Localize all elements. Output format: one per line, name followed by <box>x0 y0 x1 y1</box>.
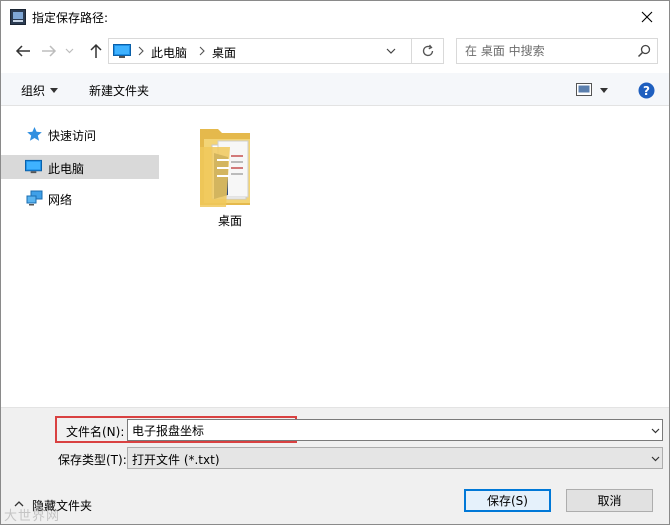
filetype-value: 打开文件 (*.txt) <box>132 453 220 467</box>
back-button[interactable] <box>12 40 34 62</box>
filetype-select[interactable]: 打开文件 (*.txt) <box>127 447 663 469</box>
app-icon <box>10 9 26 25</box>
address-segment-desktop[interactable]: 桌面 <box>212 44 236 61</box>
search-icon[interactable] <box>637 44 651 58</box>
folder-item-desktop[interactable]: 桌面 <box>191 119 269 231</box>
chevron-right-icon <box>138 46 144 56</box>
filetype-label: 保存类型(T): <box>58 453 127 467</box>
arrow-up-icon <box>90 43 102 58</box>
refresh-button[interactable] <box>411 39 443 63</box>
command-bar: 组织 新建文件夹 <box>1 73 669 106</box>
cancel-button[interactable]: 取消 <box>566 489 653 512</box>
new-folder-button[interactable]: 新建文件夹 <box>89 82 149 99</box>
search-input[interactable] <box>465 43 625 59</box>
nav-item-label: 快速访问 <box>48 129 97 143</box>
close-icon <box>641 11 653 22</box>
organize-button[interactable]: 组织 <box>21 82 45 99</box>
window-title: 指定保存路径: <box>32 11 109 25</box>
filename-combobox[interactable] <box>127 419 663 441</box>
chevron-right-icon <box>199 46 205 56</box>
save-form: 文件名(N): 保存类型(T): 打开文件 (*.txt) 隐藏文件夹 大世界网… <box>1 407 669 524</box>
nav-item-quick-access[interactable]: 快速访问 <box>1 122 159 146</box>
chevron-down-icon[interactable] <box>650 453 661 464</box>
refresh-icon <box>422 44 433 57</box>
filename-input[interactable] <box>132 422 632 438</box>
nav-item-this-pc[interactable]: 此电脑 <box>1 155 159 179</box>
arrow-right-icon <box>42 45 57 57</box>
desktop-folder-icon <box>200 129 250 207</box>
nav-item-network[interactable]: 网络 <box>1 186 159 210</box>
folder-item-label: 桌面 <box>217 214 242 228</box>
address-bar[interactable]: 此电脑 桌面 <box>108 38 444 64</box>
chevron-down-icon[interactable] <box>650 425 661 436</box>
caret-down-icon[interactable] <box>50 88 58 93</box>
caret-down-icon[interactable] <box>600 88 608 93</box>
forward-button[interactable] <box>38 40 60 62</box>
nav-item-label: 此电脑 <box>48 162 85 176</box>
watermark: 大世界网 <box>4 509 61 524</box>
svg-text:?: ? <box>643 84 650 98</box>
view-options-icon[interactable] <box>576 83 592 96</box>
close-button[interactable] <box>625 1 669 32</box>
file-list: 桌面 <box>161 107 669 407</box>
nav-item-label: 网络 <box>48 193 73 207</box>
up-button[interactable] <box>85 40 107 62</box>
recent-locations-button[interactable] <box>61 40 77 62</box>
arrow-left-icon <box>15 45 30 57</box>
navigation-pane: 快速访问 此电脑 网络 <box>1 107 160 407</box>
save-dialog: 指定保存路径: 此电脑 桌面 在 桌面 中搜索 组织 新建文件夹 ? 快速访问 … <box>0 0 670 525</box>
title-bar: 指定保存路径: <box>1 1 669 32</box>
address-segment-this-pc[interactable]: 此电脑 <box>151 44 187 61</box>
filename-label: 文件名(N): <box>66 425 125 439</box>
search-box[interactable] <box>456 38 658 64</box>
chevron-down-icon <box>65 48 73 54</box>
chevron-down-icon[interactable] <box>384 44 398 58</box>
network-icon <box>26 190 43 206</box>
help-icon[interactable]: ? <box>638 82 655 99</box>
save-button[interactable]: 保存(S) <box>464 489 551 512</box>
computer-icon <box>113 44 131 58</box>
star-icon <box>27 127 42 141</box>
computer-icon <box>25 159 42 174</box>
